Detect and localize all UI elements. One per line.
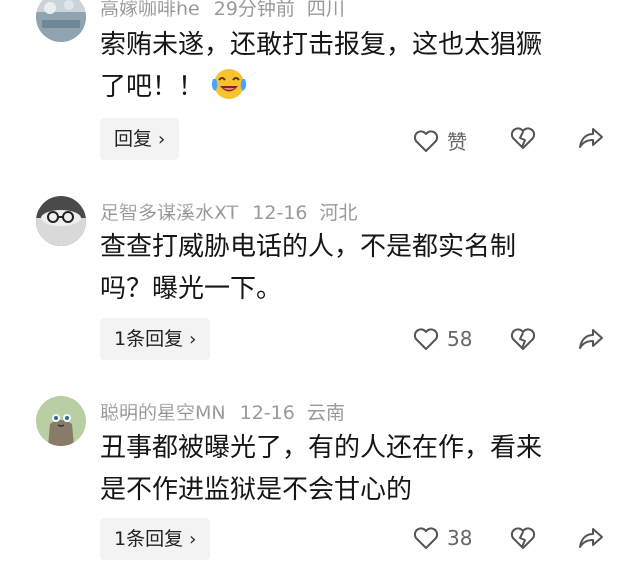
avatar[interactable] <box>36 196 86 246</box>
broken-heart-icon <box>510 127 536 149</box>
heart-icon <box>413 129 439 152</box>
location: 四川 <box>306 0 345 20</box>
share-icon <box>579 528 603 548</box>
comment-line-text: 了吧！！ <box>100 72 205 102</box>
comment-line: 是不作进监狱是不会甘心的 <box>100 475 413 505</box>
username[interactable]: 足智多谋溪水XT <box>100 198 239 225</box>
username[interactable]: 高嫁咖啡he <box>100 0 200 21</box>
like-button[interactable]: 38 <box>413 526 472 550</box>
share-icon <box>579 128 603 148</box>
comment-line: 索贿未遂，还敢打击报复，这也太猖獗 <box>100 30 543 60</box>
share-button[interactable] <box>578 327 604 351</box>
timestamp: 12-16 <box>252 202 308 224</box>
comment-line: 吗？曝光一下。 <box>100 274 283 304</box>
dislike-button[interactable] <box>510 327 536 351</box>
dislike-button[interactable] <box>510 126 536 150</box>
location: 河北 <box>319 202 358 224</box>
timestamp: 12-16 <box>239 402 295 424</box>
comment-meta: 聪明的星空MN 12-16 云南 <box>100 398 345 425</box>
like-button[interactable]: 58 <box>413 327 472 351</box>
avatar[interactable] <box>36 0 86 42</box>
comment-meta: 高嫁咖啡he 29分钟前 四川 <box>100 0 345 21</box>
broken-heart-icon <box>510 527 536 549</box>
chevron-right-icon: › <box>189 529 197 550</box>
share-button[interactable] <box>578 126 604 150</box>
comment-text: 查查打威胁电话的人，不是都实名制 吗？曝光一下。 <box>100 226 600 310</box>
comment-line: 查查打威胁电话的人，不是都实名制 <box>100 232 517 262</box>
comment-line: 了吧！！ <box>100 66 600 108</box>
reply-label: 1条回复 <box>114 328 184 350</box>
comment-text: 索贿未遂，还敢打击报复，这也太猖獗 了吧！！ <box>100 24 600 108</box>
share-icon <box>579 329 603 349</box>
avatar[interactable] <box>36 396 86 446</box>
reply-button[interactable]: 1条回复 › <box>100 318 211 360</box>
like-count: 38 <box>447 526 473 550</box>
comment-meta: 足智多谋溪水XT 12-16 河北 <box>100 198 358 225</box>
reply-button[interactable]: 1条回复 › <box>100 518 211 560</box>
broken-heart-icon <box>510 328 536 350</box>
reply-button[interactable]: 回复 › <box>100 118 180 160</box>
share-button[interactable] <box>578 526 604 550</box>
comment-text: 丑事都被曝光了，有的人还在作，看来 是不作进监狱是不会甘心的 <box>100 427 600 511</box>
location: 云南 <box>306 402 345 424</box>
reply-label: 1条回复 <box>114 528 184 550</box>
reply-label: 回复 <box>114 128 153 150</box>
laughing-crying-emoji-icon <box>210 67 248 101</box>
timestamp: 29分钟前 <box>213 0 295 20</box>
heart-icon <box>413 328 439 350</box>
dislike-button[interactable] <box>510 526 536 550</box>
chevron-right-icon: › <box>158 129 166 150</box>
heart-icon <box>413 527 439 549</box>
username[interactable]: 聪明的星空MN <box>100 398 226 425</box>
like-count: 58 <box>447 327 473 351</box>
like-button[interactable]: 赞 <box>413 126 467 155</box>
chevron-right-icon: › <box>189 329 197 350</box>
like-count: 赞 <box>447 130 467 154</box>
comment-line: 丑事都被曝光了，有的人还在作，看来 <box>100 433 543 463</box>
